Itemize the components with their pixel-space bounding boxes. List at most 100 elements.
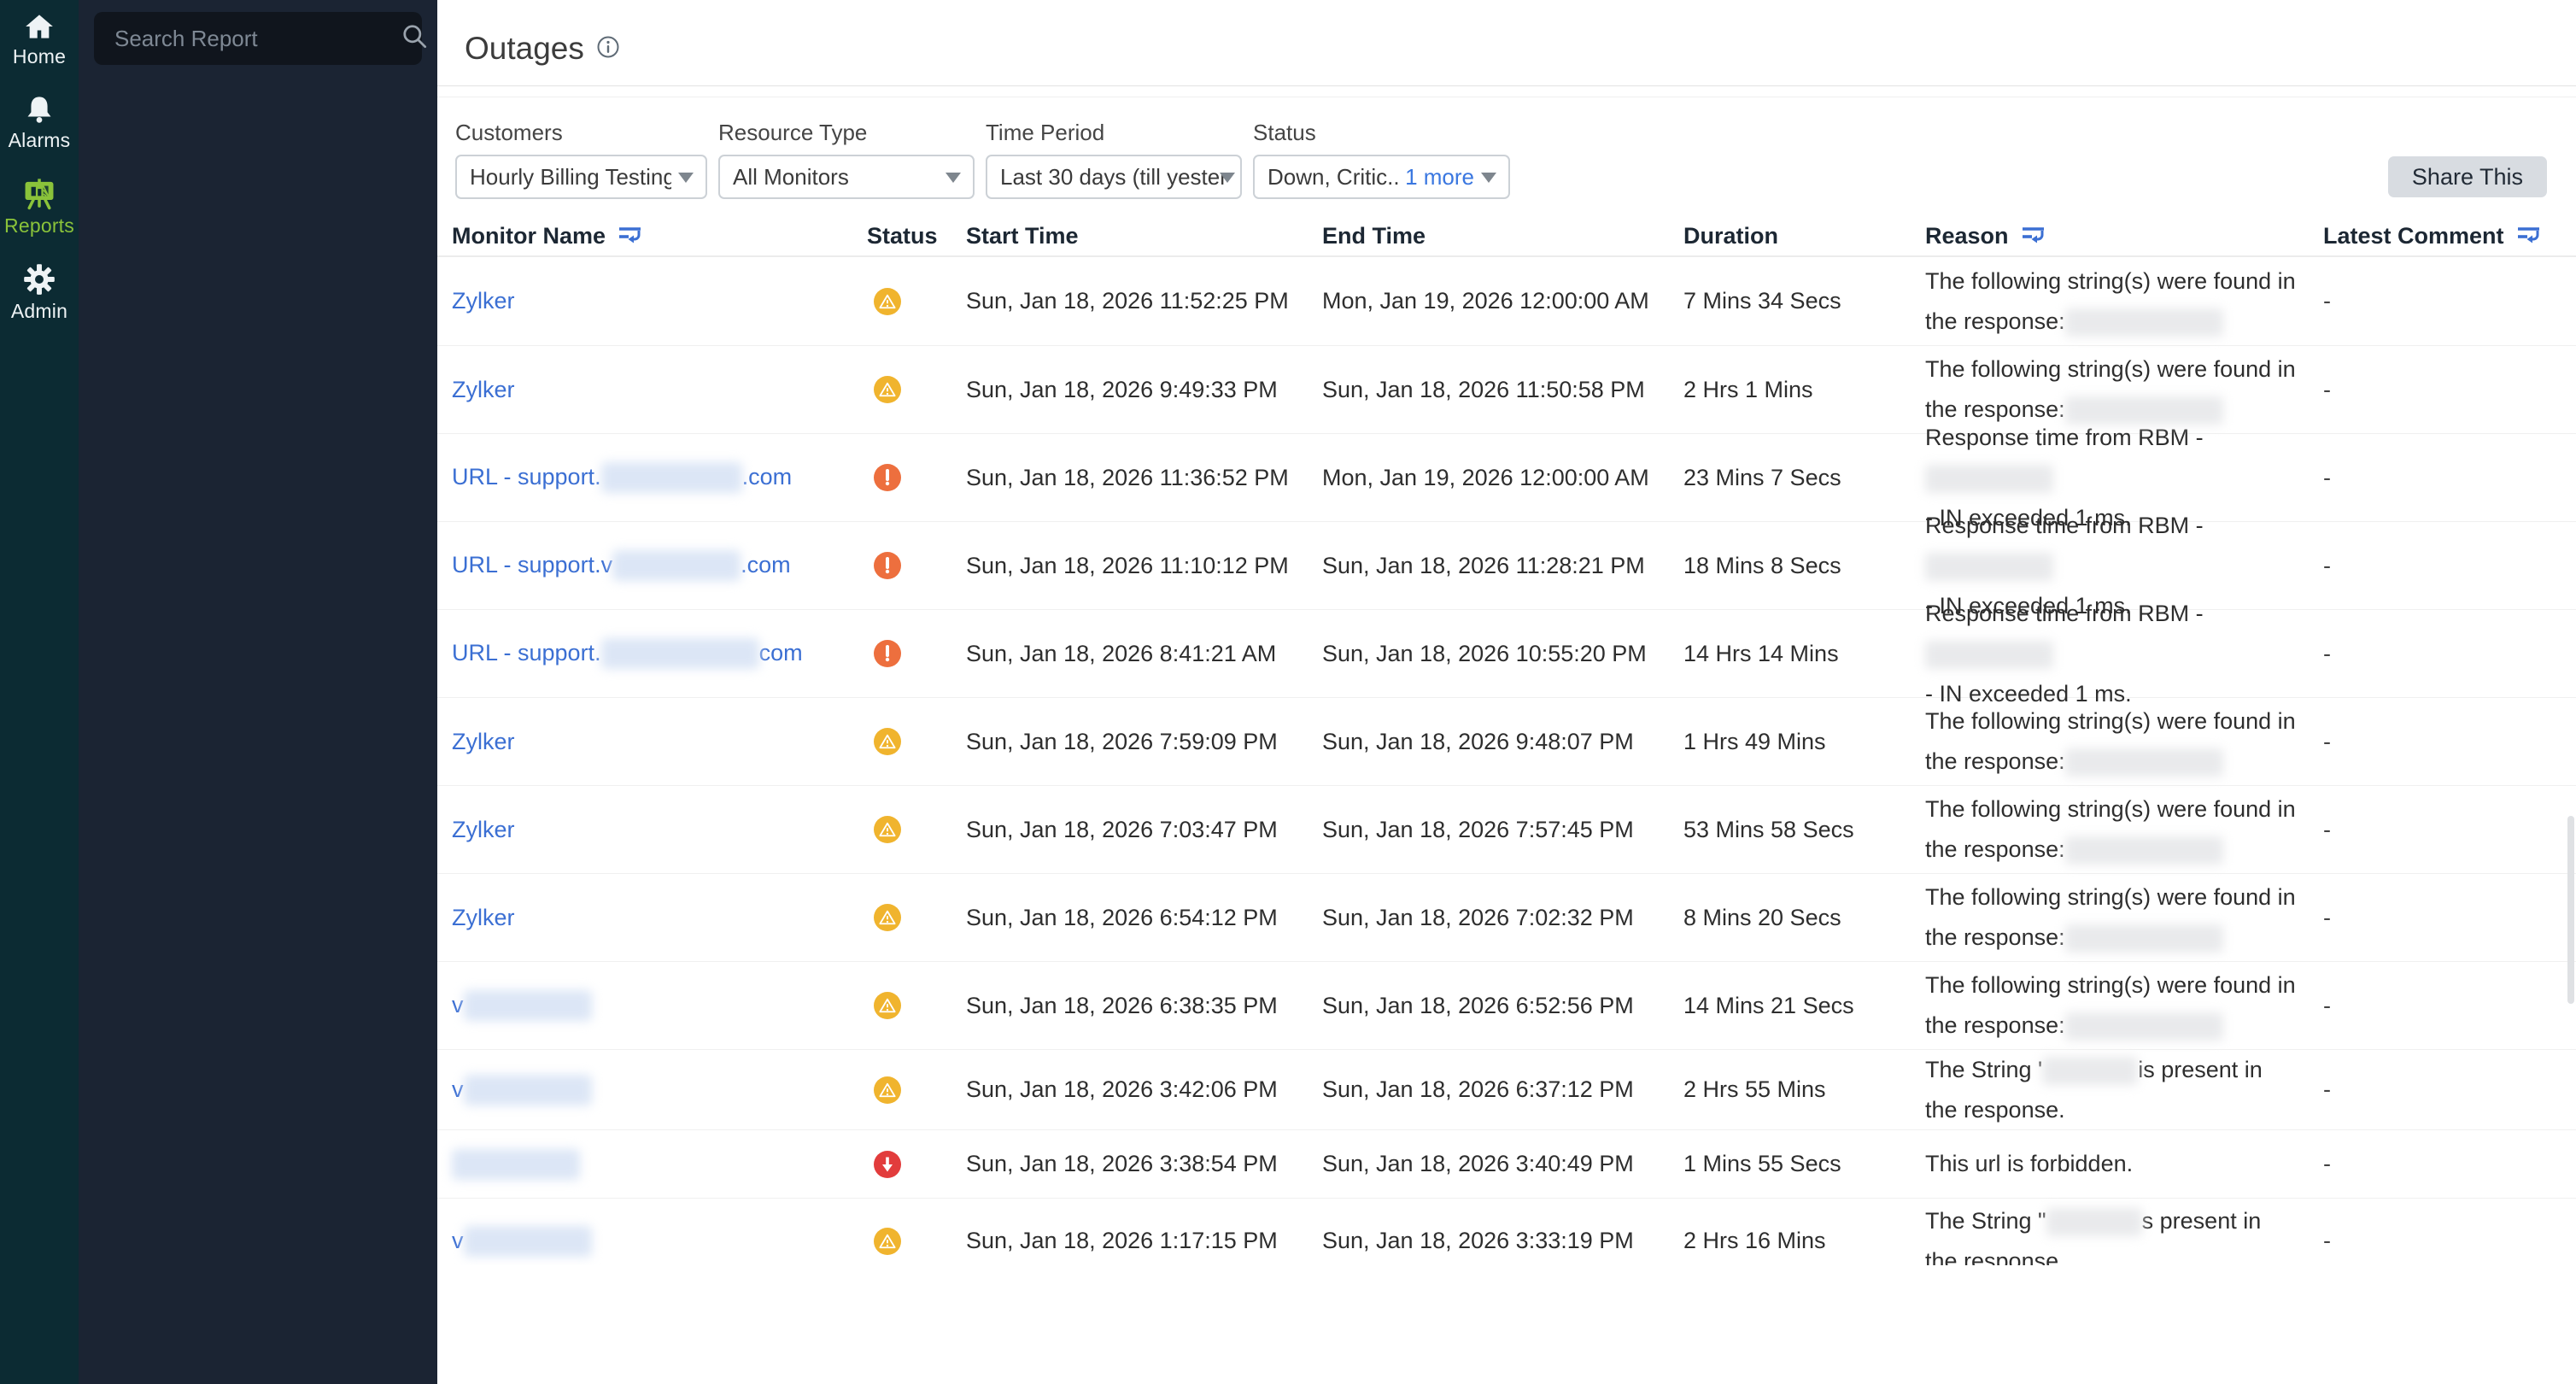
table-row: ZylkerSun, Jan 18, 2026 7:03:47 PMSun, J…	[437, 786, 2576, 874]
monitor-name-link[interactable]: Zylker	[452, 905, 515, 930]
start-time: Sun, Jan 18, 2026 9:49:33 PM	[966, 377, 1278, 402]
dropdown-value: All Monitors	[733, 164, 849, 191]
column-header-duration[interactable]: Duration	[1683, 223, 1925, 249]
monitor-name-link[interactable]: URL - support.com	[452, 640, 803, 666]
sidebar-item-reports[interactable]: Reports	[0, 178, 79, 238]
monitor-name-link[interactable]: Zylker	[452, 729, 515, 754]
column-header-monitor-name[interactable]: Monitor Name	[452, 223, 867, 249]
trouble-status-icon	[874, 376, 901, 403]
primary-nav: Home Alarms Reports	[0, 0, 79, 1384]
column-header-label: Latest Comment	[2323, 223, 2504, 249]
latest-comment: -	[2323, 553, 2331, 578]
column-header-label: Monitor Name	[452, 223, 606, 249]
filter-status: Status Down, Critic... 1 more	[1253, 120, 1510, 199]
monitor-name-link[interactable]: Zylker	[452, 377, 515, 402]
duration: 14 Mins 21 Secs	[1683, 993, 1854, 1018]
end-time: Sun, Jan 18, 2026 3:40:49 PM	[1322, 1151, 1634, 1176]
search-icon[interactable]	[401, 22, 430, 56]
table-row: URL - support.com Sun, Jan 18, 2026 8:41:…	[437, 610, 2576, 698]
search-input[interactable]	[114, 26, 401, 52]
start-time: Sun, Jan 18, 2026 1:17:15 PM	[966, 1228, 1278, 1253]
sidebar-item-admin[interactable]: Admin	[0, 263, 79, 323]
column-header-status[interactable]: Status	[867, 223, 966, 249]
share-this-button[interactable]: Share This	[2388, 156, 2547, 197]
monitor-name-link[interactable]: v	[452, 1228, 592, 1253]
sidebar-item-label: Alarms	[9, 129, 71, 152]
column-header-latest-comment[interactable]: Latest Comment	[2323, 223, 2545, 249]
chevron-down-icon	[946, 173, 961, 183]
start-time: Sun, Jan 18, 2026 11:36:52 PM	[966, 465, 1289, 490]
critical-status-icon	[874, 640, 901, 667]
redacted-text	[2065, 836, 2223, 865]
sort-filter-icon[interactable]	[618, 225, 643, 247]
trouble-status-icon	[874, 992, 901, 1019]
reason: The following string(s) were found inthe…	[1925, 965, 2323, 1046]
main-content: Outages Customers Hourly Billing Testing…	[437, 0, 2576, 1384]
redacted-text	[2042, 1057, 2138, 1085]
start-time: Sun, Jan 18, 2026 3:42:06 PM	[966, 1076, 1278, 1102]
column-header-label: Start Time	[966, 223, 1079, 249]
sort-filter-icon[interactable]	[2516, 225, 2542, 247]
column-header-reason[interactable]: Reason	[1925, 223, 2323, 249]
sidebar-item-home[interactable]: Home	[0, 12, 79, 68]
latest-comment: -	[2323, 1076, 2331, 1102]
redacted-text	[464, 1075, 592, 1105]
more-link[interactable]: 1 more	[1405, 164, 1474, 191]
resource-type-dropdown[interactable]: All Monitors	[718, 155, 975, 199]
end-time: Mon, Jan 19, 2026 12:00:00 AM	[1322, 465, 1649, 490]
table-row: Sun, Jan 18, 2026 3:38:54 PM Sun, Jan 18,…	[437, 1130, 2576, 1199]
filter-time-period: Time Period Last 30 days (till yesterd	[986, 120, 1242, 199]
vertical-scrollbar[interactable]	[2567, 816, 2574, 1004]
reason: The following string(s) were found inthe…	[1925, 789, 2323, 870]
trouble-status-icon	[874, 728, 901, 755]
redacted-text	[464, 990, 592, 1021]
trouble-status-icon	[874, 288, 901, 315]
customers-dropdown[interactable]: Hourly Billing Testing	[455, 155, 707, 199]
divider	[437, 85, 2576, 86]
trouble-status-icon	[874, 1076, 901, 1104]
latest-comment: -	[2323, 1228, 2331, 1253]
sidebar-item-alarms[interactable]: Alarms	[0, 94, 79, 152]
gear-icon	[23, 263, 56, 296]
redacted-text	[2065, 396, 2223, 425]
monitor-name-link[interactable]: v	[452, 992, 592, 1017]
latest-comment: -	[2323, 729, 2331, 754]
monitor-name-link[interactable]: Zylker	[452, 288, 515, 314]
sort-filter-icon[interactable]	[2021, 225, 2046, 247]
status-dropdown[interactable]: Down, Critic... 1 more	[1253, 155, 1510, 199]
monitor-name-link[interactable]: URL - support..com	[452, 464, 792, 490]
start-time: Sun, Jan 18, 2026 3:38:54 PM	[966, 1151, 1278, 1176]
table-row: vSun, Jan 18, 2026 1:17:15 PMSun, Jan 18…	[437, 1199, 2576, 1265]
dropdown-value: Hourly Billing Testing	[470, 164, 671, 191]
info-icon[interactable]	[596, 35, 620, 63]
end-time: Sun, Jan 18, 2026 7:02:32 PM	[1322, 905, 1634, 930]
end-time: Sun, Jan 18, 2026 11:50:58 PM	[1322, 377, 1645, 402]
table-row: ZylkerSun, Jan 18, 2026 7:59:09 PMSun, J…	[437, 698, 2576, 786]
monitor-name-link[interactable]: URL - support.v.com	[452, 552, 791, 578]
down-status-icon	[874, 1151, 901, 1178]
start-time: Sun, Jan 18, 2026 8:41:21 AM	[966, 641, 1276, 666]
monitor-name-link[interactable]: Zylker	[452, 817, 515, 842]
time-period-dropdown[interactable]: Last 30 days (till yesterd	[986, 155, 1242, 199]
duration: 23 Mins 7 Secs	[1683, 465, 1841, 490]
latest-comment: -	[2323, 817, 2331, 842]
trouble-status-icon	[874, 904, 901, 931]
start-time: Sun, Jan 18, 2026 6:38:35 PM	[966, 993, 1278, 1018]
monitor-name-link[interactable]: v	[452, 1076, 592, 1102]
home-icon	[23, 12, 56, 41]
filter-label: Status	[1253, 120, 1510, 146]
reason: Response time from RBM -- IN exceeded 1 …	[1925, 594, 2323, 714]
column-header-label: End Time	[1322, 223, 1426, 249]
monitor-name-link[interactable]	[452, 1151, 580, 1176]
dropdown-value: Down, Critic...	[1268, 164, 1398, 191]
search-box[interactable]	[94, 12, 422, 65]
dropdown-value: Last 30 days (till yesterd	[1000, 164, 1225, 191]
column-header-start-time[interactable]: Start Time	[966, 223, 1322, 249]
reason: The String "s present inthe response.	[1925, 1201, 2323, 1266]
column-header-label: Status	[867, 223, 938, 249]
duration: 14 Hrs 14 Mins	[1683, 641, 1839, 666]
table-row: ZylkerSun, Jan 18, 2026 11:52:25 PMMon, …	[437, 257, 2576, 346]
reports-board-icon	[22, 178, 56, 210]
reason: This url is forbidden.	[1925, 1144, 2323, 1184]
column-header-end-time[interactable]: End Time	[1322, 223, 1683, 249]
